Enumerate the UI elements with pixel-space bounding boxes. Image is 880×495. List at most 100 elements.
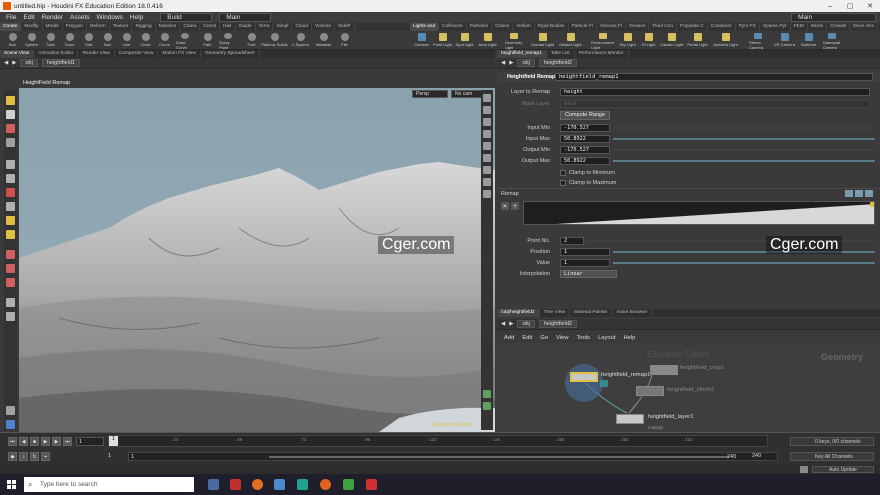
- forward-arrow-icon[interactable]: ▶: [509, 321, 513, 327]
- shelf-tab[interactable]: Polygon: [63, 23, 87, 31]
- tool-null[interactable]: Null: [99, 31, 116, 50]
- jump-start-icon[interactable]: ⏮: [8, 437, 17, 446]
- windows-start-icon[interactable]: [7, 480, 16, 489]
- timeline[interactable]: 1 24 48 72 96 120 144 168 192 216: [108, 435, 768, 447]
- shelf-tab[interactable]: Texture: [110, 23, 133, 31]
- view-layout-icon[interactable]: [483, 402, 491, 410]
- menu-render[interactable]: Render: [42, 14, 63, 21]
- net-menu-layout[interactable]: Layout: [598, 335, 615, 341]
- node-heightfield-layer[interactable]: [616, 414, 644, 424]
- ramp-presets-icon[interactable]: [845, 190, 853, 197]
- tool-caustic-light[interactable]: Caustic Light: [660, 31, 683, 50]
- path-node[interactable]: heightfield2: [538, 320, 577, 328]
- node-name-field[interactable]: heightfield_remap1: [555, 73, 873, 81]
- layout-icon[interactable]: [483, 390, 491, 398]
- tool-distant-light[interactable]: Distant Light: [559, 31, 582, 50]
- maximize-icon[interactable]: ▢: [840, 0, 860, 12]
- snap-point-icon[interactable]: [6, 278, 15, 287]
- houdini-app-icon[interactable]: [320, 479, 331, 490]
- tab-performance-monitor[interactable]: Performance Monitor: [575, 50, 629, 58]
- tool-volume-light[interactable]: Volume Light: [531, 31, 554, 50]
- net-menu-add[interactable]: Add: [504, 335, 514, 341]
- tool-grid[interactable]: Grid: [80, 31, 97, 50]
- shelf-tab[interactable]: Muscles: [156, 23, 181, 31]
- scene-viewport[interactable]: Persp No cam Education Edition: [19, 88, 495, 432]
- tool-area-light[interactable]: Area Light: [478, 31, 497, 50]
- shelf-tab[interactable]: Pyro FX: [736, 23, 760, 31]
- tool-circle[interactable]: Circle: [137, 31, 154, 50]
- net-menu-edit[interactable]: Edit: [522, 335, 532, 341]
- point-display-icon[interactable]: [483, 154, 491, 162]
- snap-grid-icon[interactable]: [6, 264, 15, 273]
- shelf-tab[interactable]: Populate C: [677, 23, 708, 31]
- point-field[interactable]: 2: [560, 237, 584, 245]
- shelf-tab[interactable]: Viscous Fl: [597, 23, 626, 31]
- tool-torus[interactable]: Torus: [61, 31, 78, 50]
- persp-dropdown[interactable]: Persp: [412, 90, 448, 98]
- task-view-icon[interactable]: [208, 479, 219, 490]
- path-node[interactable]: heightfield2: [538, 59, 577, 67]
- shelf-tab[interactable]: Modify: [21, 23, 43, 31]
- value-slider[interactable]: [613, 262, 875, 264]
- tool-stereo-camera[interactable]: Stereo Camera: [749, 31, 766, 50]
- node-heightfield-xform[interactable]: [636, 386, 664, 396]
- tab-heightfield-remap[interactable]: heightfield_remap1: [497, 50, 547, 58]
- path-root[interactable]: obj: [20, 59, 38, 67]
- select-tool-icon[interactable]: [6, 96, 15, 105]
- menu-edit[interactable]: Edit: [23, 14, 34, 21]
- normals-icon[interactable]: [483, 166, 491, 174]
- firefox-icon[interactable]: [252, 479, 263, 490]
- tool-platonic[interactable]: Platonic Solids: [261, 31, 288, 50]
- tab-material-palette[interactable]: Material Palette: [570, 309, 613, 317]
- handle-tool-icon[interactable]: [6, 174, 15, 183]
- tool-gamepad-camera[interactable]: Gamepad Camera: [823, 31, 840, 50]
- tool-portal-light[interactable]: Portal Light: [687, 31, 708, 50]
- app-red-icon[interactable]: [230, 479, 241, 490]
- desktop-build-dropdown[interactable]: Build: [160, 13, 213, 22]
- shelf-tab[interactable]: Lights and: [410, 23, 440, 31]
- shelf-tab[interactable]: SideF: [335, 23, 355, 31]
- shelf-tab[interactable]: Const: [200, 23, 220, 31]
- play-icon[interactable]: ▶: [41, 437, 50, 446]
- input-min-slider[interactable]: [613, 127, 875, 129]
- ghost-icon[interactable]: [483, 142, 491, 150]
- tool-ambient-light[interactable]: Ambient Light: [713, 31, 738, 50]
- range-start[interactable]: 1: [108, 453, 111, 459]
- tool-tube[interactable]: Tube: [42, 31, 59, 50]
- forward-arrow-icon[interactable]: ▶: [12, 60, 16, 66]
- display-option-icon[interactable]: [483, 94, 491, 102]
- range-end[interactable]: 240: [752, 453, 761, 459]
- brush-tool-icon[interactable]: [6, 230, 15, 239]
- tool-switcher[interactable]: Switcher: [800, 31, 817, 50]
- loop-icon[interactable]: ↻: [30, 452, 39, 461]
- scale-tool-icon[interactable]: [6, 138, 15, 147]
- tool-font[interactable]: Font: [243, 31, 260, 50]
- tool-curve[interactable]: Curve: [156, 31, 173, 50]
- tool-spot-light[interactable]: Spot Light: [456, 31, 474, 50]
- shelf-tab[interactable]: Cloud: [292, 23, 313, 31]
- shelf-tab[interactable]: Fluid Con: [649, 23, 678, 31]
- node-flag-icon[interactable]: [600, 380, 608, 387]
- path-node[interactable]: heightfield1: [41, 59, 80, 67]
- view-tool-icon[interactable]: [6, 188, 15, 197]
- ramp-remove-button[interactable]: ✕: [501, 202, 509, 210]
- position-field[interactable]: 1: [560, 248, 610, 256]
- tool-camera[interactable]: Camera: [413, 31, 430, 50]
- shelf-tab[interactable]: Hair: [220, 23, 236, 31]
- tab-scene-view[interactable]: Scene View: [0, 50, 35, 58]
- interp-dropdown[interactable]: Linear: [560, 270, 617, 278]
- shelf-tab[interactable]: Chara: [180, 23, 201, 31]
- shelf-tab[interactable]: Vellum: [513, 23, 535, 31]
- shelf-tab[interactable]: Create: [0, 23, 22, 31]
- shelf-tab[interactable]: Guide: [236, 23, 256, 31]
- range-bar[interactable]: 1 240: [128, 452, 778, 461]
- grid-display-icon[interactable]: [483, 190, 491, 198]
- shelf-tab[interactable]: Crowds: [827, 23, 851, 31]
- shelf-tab[interactable]: Simpl: [273, 23, 293, 31]
- tool-geometry-light[interactable]: Geometry Light: [505, 31, 522, 50]
- shaded-icon[interactable]: [483, 118, 491, 126]
- ramp-expand-icon[interactable]: [865, 190, 873, 197]
- back-arrow-icon[interactable]: ◀: [4, 60, 8, 66]
- tab-take-list[interactable]: Take List: [547, 50, 575, 58]
- shelf-tab[interactable]: Rigging: [132, 23, 156, 31]
